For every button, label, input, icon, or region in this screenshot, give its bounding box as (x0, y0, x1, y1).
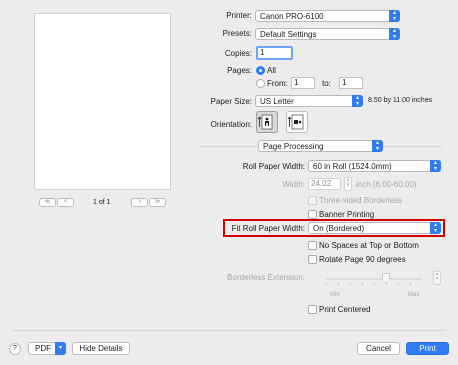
pages-from-label: From: (267, 79, 288, 88)
copies-label: Copies: (224, 49, 252, 58)
chevron-updown-icon: ▴ ▾ (389, 28, 400, 40)
landscape-icon (287, 114, 304, 130)
pages-label: Pages: (227, 66, 252, 75)
three-sided-borderless-label: Three-sided Borderless (319, 196, 403, 205)
borderless-extension-label: Borderless Extension: (227, 273, 305, 282)
fit-roll-paper-width-popup[interactable]: On (Bordered) ▴ ▾ (308, 222, 441, 234)
slider-ticks (326, 282, 422, 285)
no-spaces-label: No Spaces at Top or Bottom (319, 241, 419, 250)
slider-thumb[interactable] (382, 273, 390, 282)
roll-paper-width-popup[interactable]: 60 in Roll (1524.0mm) ▴ ▾ (308, 160, 441, 172)
cancel-button[interactable]: Cancel (357, 342, 400, 355)
no-spaces-checkbox[interactable] (308, 241, 317, 250)
hide-details-button[interactable]: Hide Details (72, 342, 130, 355)
slider-min-label: Min (330, 292, 340, 298)
print-centered-label: Print Centered (319, 305, 371, 314)
rotate-page-checkbox[interactable] (308, 255, 317, 264)
paper-size-dimensions: 8.50 by 11.00 inches (368, 97, 433, 104)
presets-value: Default Settings (260, 30, 317, 39)
fit-roll-paper-width-label: Fit Roll Paper Width: (231, 224, 305, 233)
chevron-updown-icon: ▴ ▾ (352, 95, 363, 107)
banner-printing-checkbox[interactable] (308, 210, 317, 219)
three-sided-borderless-checkbox[interactable] (308, 196, 317, 205)
roll-paper-width-label: Roll Paper Width: (242, 162, 305, 171)
last-page-button[interactable]: ≫ (149, 198, 166, 207)
pages-from-input[interactable]: 1 (291, 77, 315, 89)
pdf-label: PDF (35, 344, 51, 353)
slider-max-label: Max (408, 292, 420, 298)
section-popup[interactable]: Page Processing ▴ ▾ (258, 140, 383, 152)
presets-label: Presets: (222, 29, 252, 38)
printer-popup[interactable]: Canon PRO-6100 ▴ ▾ (255, 10, 400, 22)
chevron-updown-icon: ▴ ▾ (389, 10, 400, 22)
paper-size-popup[interactable]: US Letter ▴ ▾ (255, 95, 363, 107)
width-stepper[interactable]: ▴ ▾ (344, 177, 352, 191)
print-centered-checkbox[interactable] (308, 305, 317, 314)
orientation-label: Orientation: (210, 120, 252, 129)
width-unit: inch (6.00-60.00) (356, 180, 417, 189)
pages-to-label: to: (322, 79, 331, 88)
paper-size-label: Paper Size: (210, 97, 252, 106)
pages-all-radio[interactable] (256, 66, 265, 75)
chevron-updown-icon: ▴ ▾ (372, 140, 383, 152)
pages-from-radio[interactable] (256, 79, 265, 88)
pages-all-label: All (267, 66, 276, 75)
landscape-button[interactable] (286, 111, 308, 133)
presets-popup[interactable]: Default Settings ▴ ▾ (255, 28, 400, 40)
next-page-button[interactable]: > (131, 198, 148, 207)
portrait-icon (257, 114, 273, 130)
printer-value: Canon PRO-6100 (260, 12, 324, 21)
paper-size-value: US Letter (260, 97, 294, 106)
chevron-updown-icon: ▴ ▾ (430, 222, 441, 234)
pdf-menu-button[interactable]: PDF ▾ (28, 342, 66, 355)
copies-input[interactable]: 1 (256, 46, 293, 60)
page-indicator: 1 of 1 (93, 199, 111, 206)
chevron-down-icon: ▾ (55, 342, 66, 355)
first-page-button[interactable]: ≪ (39, 198, 56, 207)
width-input[interactable]: 24.02 (308, 178, 341, 190)
footer-separator (12, 330, 446, 331)
fit-roll-paper-width-value: On (Bordered) (313, 224, 365, 233)
slider-track (326, 278, 422, 280)
section-value: Page Processing (263, 142, 324, 151)
prev-page-button[interactable]: < (57, 198, 74, 207)
borderless-extension-stepper[interactable]: ▴ ▾ (433, 271, 441, 285)
section-separator-right (383, 146, 442, 147)
rotate-page-label: Rotate Page 90 degrees (319, 255, 406, 264)
width-label: Width: (282, 180, 305, 189)
page-preview (34, 13, 171, 190)
print-button[interactable]: Print (406, 342, 449, 355)
portrait-button[interactable] (256, 111, 278, 133)
borderless-extension-slider[interactable] (326, 272, 422, 292)
pages-to-input[interactable]: 1 (339, 77, 363, 89)
preview-nav: ≪ < 1 of 1 > ≫ (35, 198, 170, 208)
chevron-updown-icon: ▴ ▾ (430, 160, 441, 172)
roll-paper-width-value: 60 in Roll (1524.0mm) (313, 162, 392, 171)
section-separator-left (199, 146, 258, 147)
printer-label: Printer: (226, 11, 252, 20)
help-button[interactable]: ? (9, 343, 21, 355)
banner-printing-label: Banner Printing (319, 210, 375, 219)
